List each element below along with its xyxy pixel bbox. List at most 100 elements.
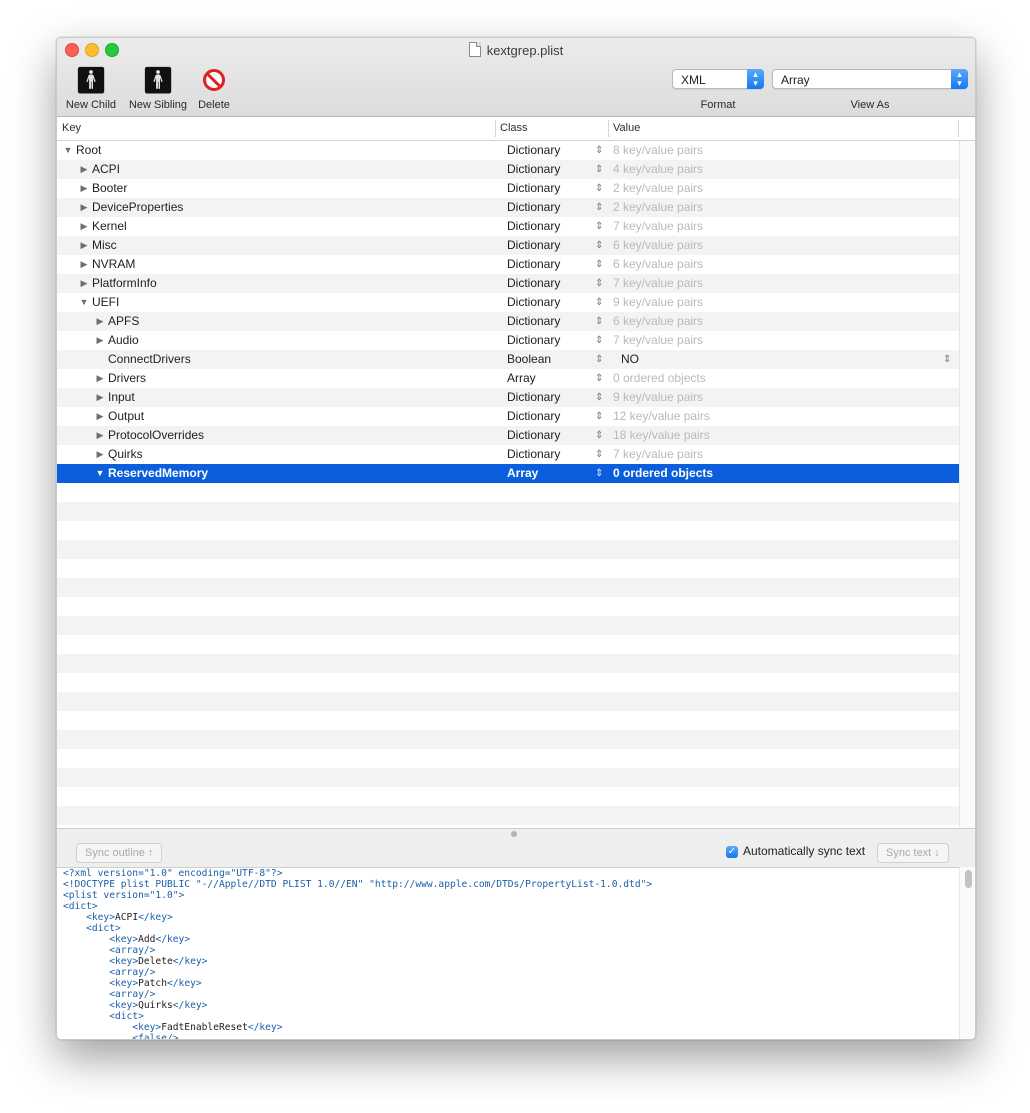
class-popup-chevron-icon[interactable]: ⇕ (595, 179, 603, 198)
row-class[interactable]: Dictionary (507, 331, 560, 350)
outline-scrollbar-track[interactable] (959, 141, 975, 828)
row-class[interactable]: Dictionary (507, 236, 560, 255)
outline-row[interactable]: ▼ UEFI Dictionary ⇕ 9 key/value pairs (57, 293, 959, 312)
class-popup-chevron-icon[interactable]: ⇕ (595, 255, 603, 274)
row-class[interactable]: Dictionary (507, 160, 560, 179)
disclosure-collapsed-icon[interactable]: ▶ (95, 407, 105, 426)
class-popup-chevron-icon[interactable]: ⇕ (595, 293, 603, 312)
row-class[interactable]: Dictionary (507, 198, 560, 217)
row-key[interactable]: UEFI (92, 293, 119, 312)
split-view-bar[interactable]: Sync outline ↑ ✓ Automatically sync text… (57, 828, 975, 868)
row-key[interactable]: APFS (108, 312, 139, 331)
class-popup-chevron-icon[interactable]: ⇕ (595, 407, 603, 426)
disclosure-collapsed-icon[interactable]: ▶ (79, 217, 89, 236)
disclosure-collapsed-icon[interactable]: ▶ (79, 160, 89, 179)
disclosure-collapsed-icon[interactable]: ▶ (79, 179, 89, 198)
row-class[interactable]: Dictionary (507, 426, 560, 445)
disclosure-collapsed-icon[interactable]: ▶ (95, 388, 105, 407)
row-key[interactable]: Kernel (92, 217, 127, 236)
class-popup-chevron-icon[interactable]: ⇕ (595, 388, 603, 407)
column-header-value[interactable]: Value (608, 117, 958, 140)
row-class[interactable]: Dictionary (507, 274, 560, 293)
new-sibling-button[interactable]: 🚹︎ New Sibling (125, 64, 191, 111)
xml-scrollbar[interactable] (959, 867, 975, 1039)
row-class[interactable]: Dictionary (507, 293, 560, 312)
class-popup-chevron-icon[interactable]: ⇕ (595, 331, 603, 350)
row-class[interactable]: Dictionary (507, 312, 560, 331)
outline-row[interactable]: ▶ Quirks Dictionary ⇕ 7 key/value pairs (57, 445, 959, 464)
format-popup[interactable]: XML ▴ ▾ (672, 69, 764, 89)
row-class[interactable]: Dictionary (507, 179, 560, 198)
column-header-class[interactable]: Class (495, 117, 608, 140)
class-popup-chevron-icon[interactable]: ⇕ (595, 217, 603, 236)
row-key[interactable]: Output (108, 407, 144, 426)
class-popup-chevron-icon[interactable]: ⇕ (595, 464, 603, 483)
disclosure-collapsed-icon[interactable]: ▶ (95, 426, 105, 445)
outline-row[interactable]: ▼ Root Dictionary ⇕ 8 key/value pairs (57, 141, 959, 160)
outline-row[interactable]: ▶ ProtocolOverrides Dictionary ⇕ 18 key/valu… (57, 426, 959, 445)
outline-row[interactable]: ▼ ReservedMemory Array ⇕ 0 ordered objects (57, 464, 959, 483)
row-key[interactable]: PlatformInfo (92, 274, 157, 293)
row-key[interactable]: NVRAM (92, 255, 135, 274)
row-class[interactable]: Boolean (507, 350, 551, 369)
row-key[interactable]: ReservedMemory (108, 464, 208, 483)
row-class[interactable]: Dictionary (507, 445, 560, 464)
row-value[interactable]: NO (621, 350, 639, 369)
sync-outline-button[interactable]: Sync outline ↑ (76, 843, 163, 863)
disclosure-expanded-icon[interactable]: ▼ (63, 141, 73, 160)
class-popup-chevron-icon[interactable]: ⇕ (595, 445, 603, 464)
row-class[interactable]: Array (507, 464, 538, 483)
disclosure-collapsed-icon[interactable]: ▶ (95, 445, 105, 464)
outline-row[interactable]: ▶ Kernel Dictionary ⇕ 7 key/value pairs (57, 217, 959, 236)
outline-row[interactable]: ▶ PlatformInfo Dictionary ⇕ 7 key/value pair… (57, 274, 959, 293)
disclosure-collapsed-icon[interactable]: ▶ (79, 274, 89, 293)
outline-row[interactable]: ConnectDrivers Boolean ⇕ NO ⇕ (57, 350, 959, 369)
view-as-popup[interactable]: Array ▴ ▾ (772, 69, 968, 89)
disclosure-collapsed-icon[interactable]: ▶ (95, 331, 105, 350)
outline-row[interactable]: ▶ Drivers Array ⇕ 0 ordered objects (57, 369, 959, 388)
row-key[interactable]: Quirks (108, 445, 143, 464)
outline-row[interactable]: ▶ ACPI Dictionary ⇕ 4 key/value pairs (57, 160, 959, 179)
class-popup-chevron-icon[interactable]: ⇕ (595, 369, 603, 388)
row-class[interactable]: Dictionary (507, 217, 560, 236)
row-key[interactable]: Misc (92, 236, 117, 255)
row-key[interactable]: Drivers (108, 369, 146, 388)
row-key[interactable]: DeviceProperties (92, 198, 183, 217)
column-header-key[interactable]: Key (57, 117, 495, 140)
disclosure-expanded-icon[interactable]: ▼ (95, 464, 105, 483)
disclosure-collapsed-icon[interactable]: ▶ (79, 198, 89, 217)
new-child-button[interactable]: 🚹︎ New Child (63, 64, 119, 111)
row-class[interactable]: Dictionary (507, 388, 560, 407)
auto-sync-checkbox[interactable]: ✓ (726, 846, 738, 858)
class-popup-chevron-icon[interactable]: ⇕ (595, 236, 603, 255)
outline-row[interactable]: ▶ NVRAM Dictionary ⇕ 6 key/value pairs (57, 255, 959, 274)
disclosure-collapsed-icon[interactable]: ▶ (79, 255, 89, 274)
xml-text-editor[interactable]: <?xml version="1.0" encoding="UTF-8"?> <!… (57, 867, 959, 1039)
row-key[interactable]: Input (108, 388, 135, 407)
row-key[interactable]: ConnectDrivers (108, 350, 191, 369)
outline-row[interactable]: ▶ DeviceProperties Dictionary ⇕ 2 key/value … (57, 198, 959, 217)
disclosure-expanded-icon[interactable]: ▼ (79, 293, 89, 312)
disclosure-collapsed-icon[interactable]: ▶ (95, 312, 105, 331)
outline-row[interactable]: ▶ Misc Dictionary ⇕ 6 key/value pairs (57, 236, 959, 255)
xml-scrollbar-thumb[interactable] (965, 870, 972, 888)
delete-button[interactable]: Delete (195, 64, 233, 111)
split-grip-handle[interactable] (511, 831, 517, 837)
outline-row[interactable]: ▶ Output Dictionary ⇕ 12 key/value pairs (57, 407, 959, 426)
class-popup-chevron-icon[interactable]: ⇕ (595, 274, 603, 293)
outline-row[interactable]: ▶ Audio Dictionary ⇕ 7 key/value pairs (57, 331, 959, 350)
outline-row[interactable]: ▶ APFS Dictionary ⇕ 6 key/value pairs (57, 312, 959, 331)
row-key[interactable]: Root (76, 141, 101, 160)
class-popup-chevron-icon[interactable]: ⇕ (595, 141, 603, 160)
class-popup-chevron-icon[interactable]: ⇕ (595, 160, 603, 179)
row-key[interactable]: ACPI (92, 160, 120, 179)
row-key[interactable]: ProtocolOverrides (108, 426, 204, 445)
outline-row[interactable]: ▶ Booter Dictionary ⇕ 2 key/value pairs (57, 179, 959, 198)
row-class[interactable]: Array (507, 369, 536, 388)
value-popup-chevron-icon[interactable]: ⇕ (943, 350, 951, 369)
row-class[interactable]: Dictionary (507, 255, 560, 274)
row-key[interactable]: Audio (108, 331, 139, 350)
plist-outline-view[interactable]: ▼ Root Dictionary ⇕ 8 key/value pairs ▶ ACPI Di… (57, 141, 959, 828)
row-key[interactable]: Booter (92, 179, 127, 198)
class-popup-chevron-icon[interactable]: ⇕ (595, 350, 603, 369)
